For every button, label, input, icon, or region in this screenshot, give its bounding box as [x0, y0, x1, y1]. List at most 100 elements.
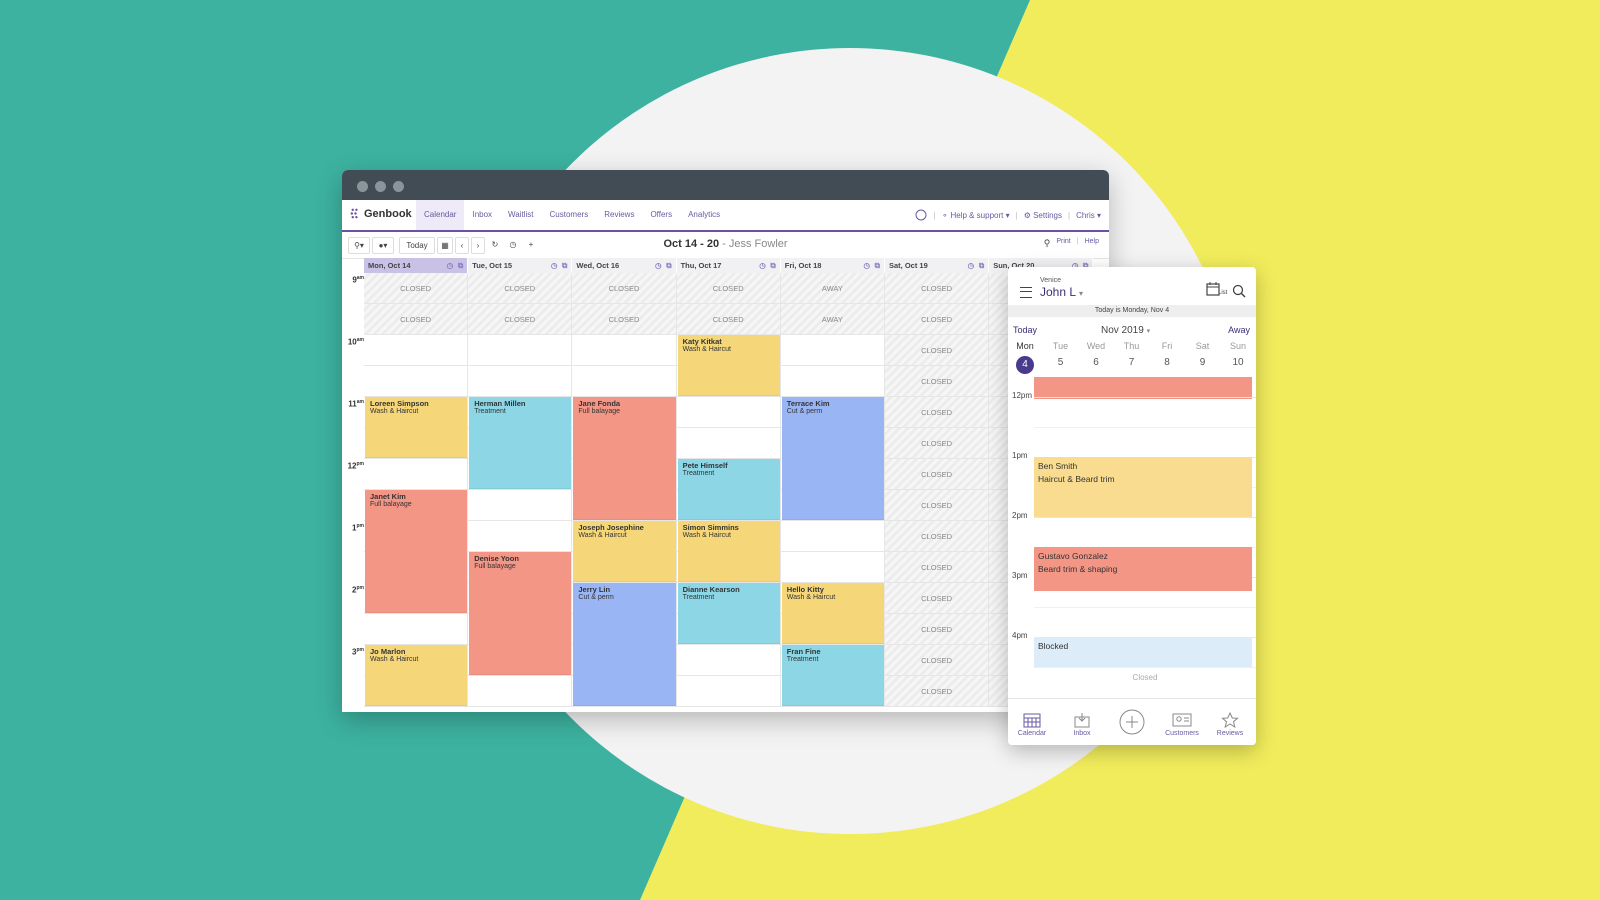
time-slot[interactable]: CLOSED: [572, 304, 677, 335]
mobile-user-select[interactable]: John L ▾: [1040, 285, 1083, 299]
time-slot[interactable]: [676, 676, 781, 707]
appointment-block[interactable]: Hello Kitty Wash & Haircut: [781, 583, 884, 644]
away-button[interactable]: Away: [1228, 325, 1250, 335]
appointment-block[interactable]: Joseph Josephine Wash & Haircut: [573, 521, 676, 582]
time-slot[interactable]: CLOSED: [885, 335, 990, 366]
list-view-button[interactable]: List: [1206, 282, 1227, 301]
time-slot[interactable]: [676, 428, 781, 459]
user-menu[interactable]: Chris ▾: [1076, 211, 1101, 220]
time-slot[interactable]: CLOSED: [885, 521, 990, 552]
appointment-block[interactable]: Pete Himself Treatment: [677, 459, 780, 520]
help-link[interactable]: Help: [1085, 238, 1099, 249]
time-slot[interactable]: CLOSED: [885, 583, 990, 614]
time-slot[interactable]: [468, 676, 573, 707]
time-slot[interactable]: CLOSED: [885, 490, 990, 521]
window-minimize-dot[interactable]: [375, 181, 386, 192]
time-slot[interactable]: CLOSED: [885, 366, 990, 397]
appointment-block[interactable]: Fran Fine Treatment: [781, 645, 884, 706]
time-slot[interactable]: CLOSED: [885, 397, 990, 428]
appointment-block[interactable]: Janet Kim Full balayage: [365, 490, 468, 613]
clock-icon[interactable]: ◷: [655, 258, 662, 273]
weekday-date[interactable]: 5: [1046, 357, 1076, 368]
time-slot[interactable]: [468, 335, 573, 366]
appointment-block[interactable]: Terrace Kim Cut & perm: [781, 397, 884, 520]
appointment-block[interactable]: Gustavo Gonzalez Beard trim & shaping: [1034, 547, 1252, 591]
clock-icon[interactable]: ◷: [551, 258, 558, 273]
weekday-date[interactable]: 8: [1152, 357, 1182, 368]
day-header[interactable]: Mon, Oct 14 ◷ ⧉: [364, 258, 469, 273]
time-slot[interactable]: CLOSED: [885, 273, 990, 304]
time-slot[interactable]: [468, 521, 573, 552]
tab-add[interactable]: [1108, 709, 1156, 737]
clock-icon[interactable]: ◷: [968, 258, 975, 273]
nav-calendar[interactable]: Calendar: [416, 200, 465, 230]
weekday-date[interactable]: 7: [1117, 357, 1147, 368]
weekday-date[interactable]: 10: [1223, 357, 1253, 368]
clock-icon[interactable]: ◷: [447, 258, 454, 273]
weekday-date[interactable]: 9: [1188, 357, 1218, 368]
time-slot[interactable]: CLOSED: [676, 304, 781, 335]
time-slot[interactable]: CLOSED: [885, 645, 990, 676]
time-slot[interactable]: CLOSED: [468, 273, 573, 304]
nav-inbox[interactable]: Inbox: [464, 200, 500, 230]
copy-icon[interactable]: ⧉: [562, 258, 567, 273]
settings-link[interactable]: ⚙ Settings: [1024, 211, 1062, 220]
time-slot[interactable]: CLOSED: [364, 304, 469, 335]
day-header[interactable]: Tue, Oct 15 ◷ ⧉: [468, 258, 573, 273]
appointment-block[interactable]: Jerry Lin Cut & perm: [573, 583, 676, 706]
hamburger-menu-icon[interactable]: [1020, 287, 1032, 298]
tab-inbox[interactable]: Inbox: [1058, 712, 1106, 737]
clock-icon[interactable]: ◷: [759, 258, 766, 273]
time-slot[interactable]: [572, 335, 677, 366]
time-slot[interactable]: [780, 552, 885, 583]
time-slot[interactable]: CLOSED: [885, 304, 990, 335]
month-select[interactable]: Nov 2019 ▾: [1101, 325, 1150, 336]
window-maximize-dot[interactable]: [393, 181, 404, 192]
appointment-block[interactable]: Herman Millen Treatment: [469, 397, 572, 489]
nav-reviews[interactable]: Reviews: [596, 200, 642, 230]
time-slot[interactable]: AWAY: [780, 273, 885, 304]
nav-offers[interactable]: Offers: [642, 200, 680, 230]
appointment-block[interactable]: Katy Kitkat Wash & Haircut: [677, 335, 780, 396]
time-slot[interactable]: CLOSED: [364, 273, 469, 304]
copy-icon[interactable]: ⧉: [875, 258, 880, 273]
time-slot[interactable]: CLOSED: [885, 614, 990, 645]
time-slot[interactable]: [468, 490, 573, 521]
search-icon[interactable]: ⚲: [1044, 238, 1051, 249]
appointment-block[interactable]: Dianne Kearson Treatment: [677, 583, 780, 644]
weekday-date[interactable]: 4: [1016, 356, 1034, 374]
nav-customers[interactable]: Customers: [542, 200, 597, 230]
time-slot[interactable]: CLOSED: [468, 304, 573, 335]
print-link[interactable]: Print: [1056, 238, 1070, 249]
weekday-date[interactable]: 6: [1081, 357, 1111, 368]
time-slot[interactable]: CLOSED: [885, 676, 990, 707]
appointment-block[interactable]: Jo Marlon Wash & Haircut: [365, 645, 468, 706]
notification-icon[interactable]: [915, 209, 927, 221]
mobile-today-button[interactable]: Today: [1013, 325, 1037, 335]
appointment-block[interactable]: Loreen Simpson Wash & Haircut: [365, 397, 468, 458]
nav-analytics[interactable]: Analytics: [680, 200, 728, 230]
nav-waitlist[interactable]: Waitlist: [500, 200, 541, 230]
time-slot[interactable]: [364, 614, 469, 645]
day-header[interactable]: Sat, Oct 19 ◷ ⧉: [885, 258, 990, 273]
day-header[interactable]: Thu, Oct 17 ◷ ⧉: [676, 258, 781, 273]
tab-reviews[interactable]: Reviews: [1206, 712, 1254, 737]
time-slot[interactable]: CLOSED: [885, 428, 990, 459]
copy-icon[interactable]: ⧉: [770, 258, 775, 273]
time-slot[interactable]: CLOSED: [676, 273, 781, 304]
help-support-menu[interactable]: ⚬ Help & support ▾: [942, 211, 1010, 220]
time-slot[interactable]: [468, 366, 573, 397]
appointment-block[interactable]: Simon Simmins Wash & Haircut: [677, 521, 780, 582]
window-close-dot[interactable]: [357, 181, 368, 192]
appointment-block[interactable]: [1034, 377, 1252, 399]
time-slot[interactable]: [572, 366, 677, 397]
time-slot[interactable]: [780, 521, 885, 552]
time-slot[interactable]: [780, 335, 885, 366]
time-slot[interactable]: [780, 366, 885, 397]
time-slot[interactable]: [364, 459, 469, 490]
time-slot[interactable]: [676, 645, 781, 676]
day-header[interactable]: Wed, Oct 16 ◷ ⧉: [572, 258, 677, 273]
time-slot[interactable]: CLOSED: [572, 273, 677, 304]
copy-icon[interactable]: ⧉: [666, 258, 671, 273]
day-header[interactable]: Fri, Oct 18 ◷ ⧉: [780, 258, 885, 273]
